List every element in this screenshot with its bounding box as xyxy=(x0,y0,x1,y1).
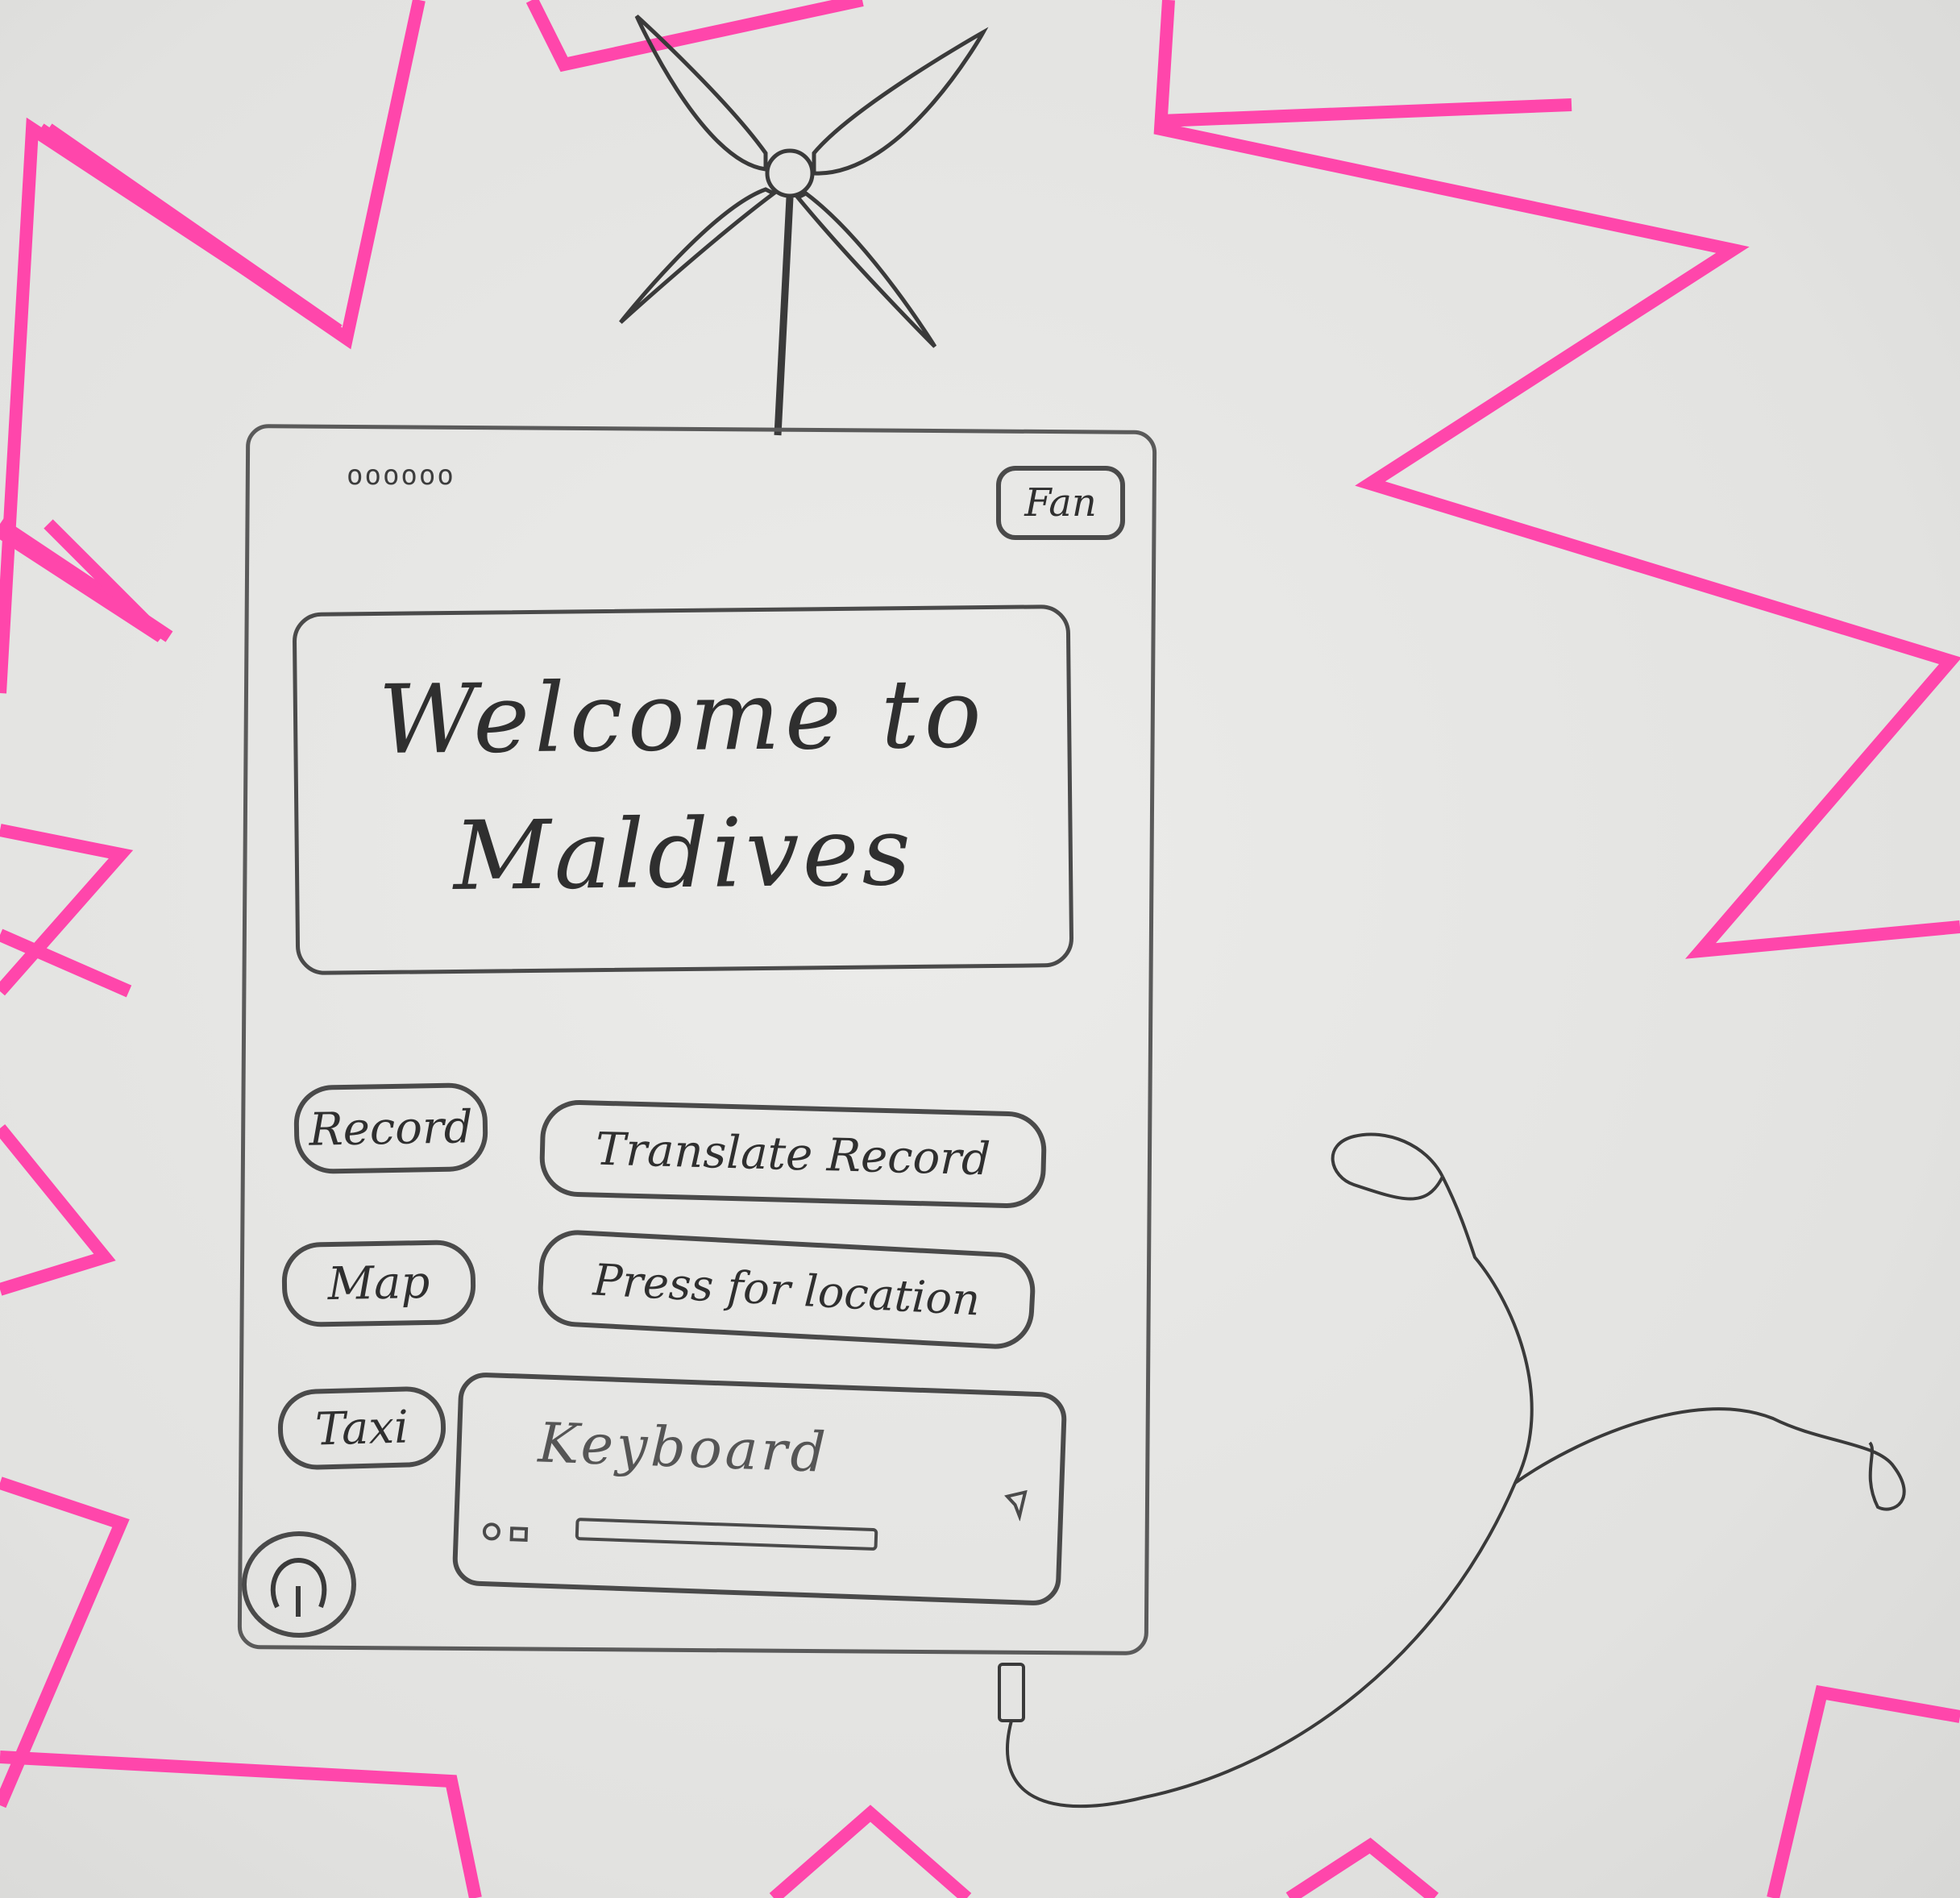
power-button[interactable] xyxy=(242,1531,356,1638)
sketch-canvas: oooooo Fan Welcome to Maldives Record Tr… xyxy=(0,0,1960,1898)
text-entry-bar[interactable] xyxy=(575,1518,878,1551)
welcome-heading-line1: Welcome to xyxy=(377,658,987,775)
keyboard-input-panel[interactable]: Keyboard xyxy=(451,1371,1068,1607)
fan-button[interactable]: Fan xyxy=(996,466,1125,540)
fan-illustration xyxy=(619,15,989,436)
power-icon xyxy=(270,1557,327,1617)
map-button[interactable]: Map xyxy=(281,1239,476,1328)
keyboard-placeholder: Keyboard xyxy=(537,1411,830,1485)
camera-icon[interactable] xyxy=(509,1526,529,1542)
status-bar-dots: oooooo xyxy=(347,459,455,492)
mic-icon[interactable] xyxy=(482,1522,501,1541)
welcome-banner: Welcome to Maldives xyxy=(292,604,1074,976)
record-button[interactable]: Record xyxy=(293,1082,488,1175)
send-icon[interactable] xyxy=(1003,1489,1028,1522)
taxi-button[interactable]: Taxi xyxy=(276,1385,447,1471)
welcome-heading-line2: Maldives xyxy=(452,795,915,912)
translate-record-button[interactable]: Translate Record xyxy=(538,1099,1048,1210)
